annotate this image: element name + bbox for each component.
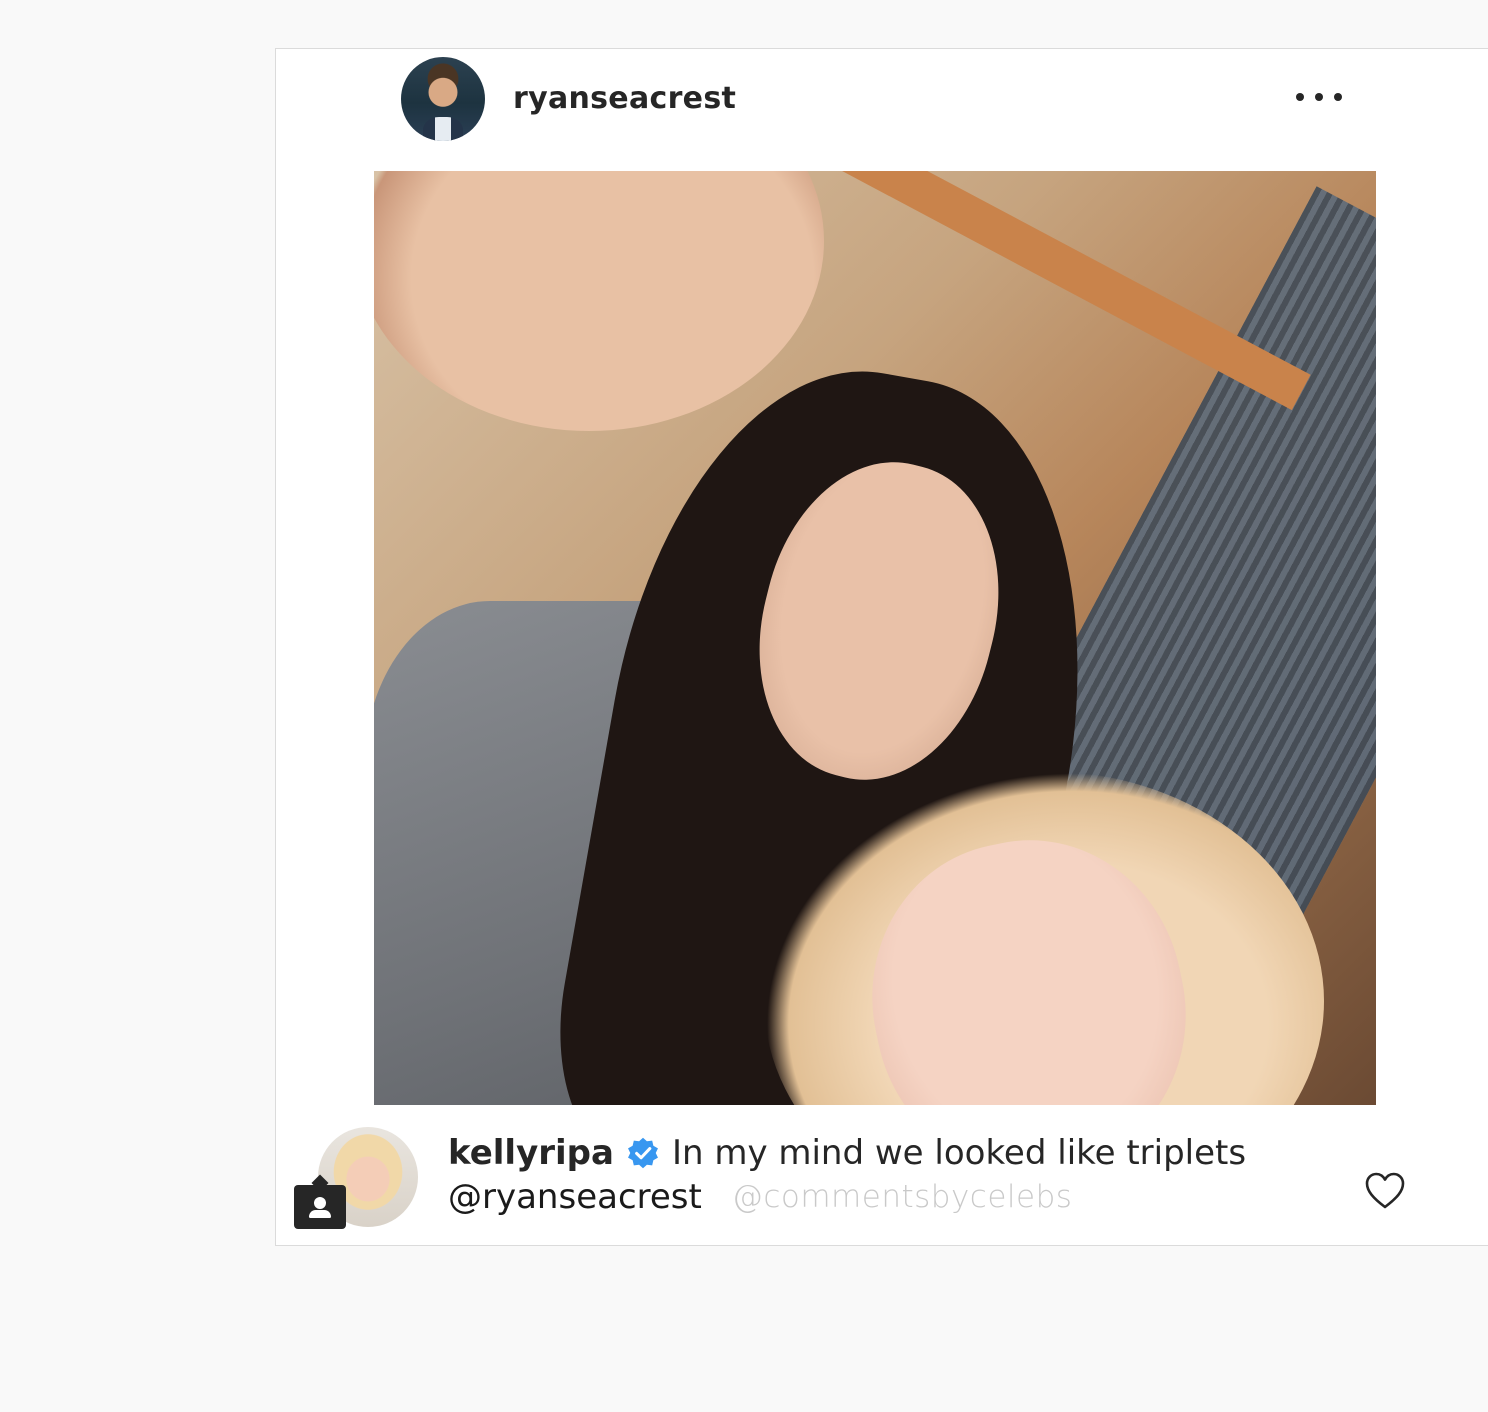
photo-person-top <box>374 171 824 431</box>
post-header: ryanseacrest <box>276 49 1488 159</box>
more-horizontal-icon-dot <box>1315 93 1323 101</box>
person-tag-icon-head <box>314 1197 326 1209</box>
verified-badge-icon <box>627 1137 658 1169</box>
comment-line-2: @ryanseacrest @commentsbycelebs <box>448 1175 1072 1219</box>
comment-row: kellyripa In my mind we looked like trip… <box>276 1115 1488 1245</box>
heart-outline-icon[interactable] <box>1364 1171 1406 1211</box>
person-tag-icon-body <box>309 1210 331 1218</box>
more-options-button[interactable] <box>1296 85 1342 109</box>
watermark-text: @commentsbycelebs <box>731 1179 1073 1215</box>
avatar-shirt <box>423 117 463 141</box>
commenter-username[interactable]: kellyripa <box>448 1131 614 1175</box>
post-photo[interactable] <box>374 171 1376 1105</box>
comment-text: In my mind we looked like triplets <box>671 1133 1247 1173</box>
mention-link[interactable]: @ryanseacrest <box>448 1175 702 1219</box>
comment-line-1: kellyripa In my mind we looked like trip… <box>448 1131 1246 1175</box>
more-horizontal-icon <box>1296 93 1304 101</box>
author-username[interactable]: ryanseacrest <box>513 79 736 119</box>
author-avatar[interactable] <box>401 57 485 141</box>
person-tag-icon[interactable] <box>294 1185 346 1229</box>
more-horizontal-icon-dot <box>1334 93 1342 101</box>
post-card: ryanseacrest kellyripa In my mind we loo… <box>275 48 1488 1246</box>
